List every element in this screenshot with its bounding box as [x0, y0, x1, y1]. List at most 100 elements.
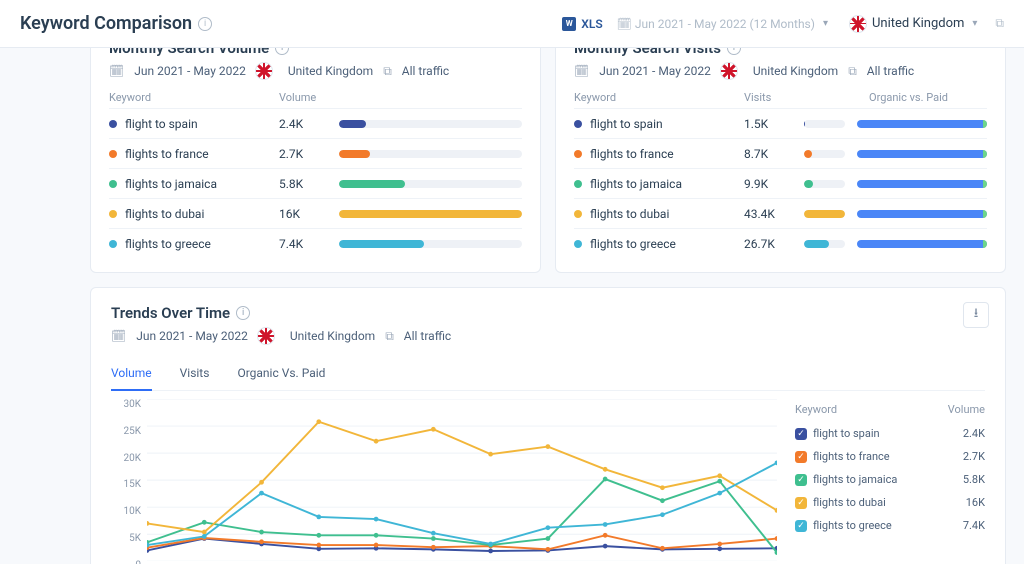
- compare-icon[interactable]: ⧉: [995, 16, 1004, 31]
- date-range-picker[interactable]: 🗓 Jun 2021 - May 2022 (12 Months) ▾: [617, 17, 828, 31]
- series-point[interactable]: [717, 491, 722, 496]
- tab-visits[interactable]: Visits: [180, 358, 210, 390]
- bar-fill: [804, 210, 845, 218]
- series-point[interactable]: [316, 419, 321, 424]
- series-dot: [109, 240, 117, 248]
- series-point[interactable]: [717, 479, 722, 484]
- series-point[interactable]: [202, 534, 207, 539]
- series-point[interactable]: [488, 452, 493, 457]
- series-point[interactable]: [316, 533, 321, 538]
- keyword-label: flights to dubai: [125, 207, 204, 221]
- series-point[interactable]: [603, 522, 608, 527]
- country-select[interactable]: United Kingdom ▾: [842, 12, 985, 36]
- series-point[interactable]: [660, 485, 665, 490]
- legend-item[interactable]: ✓flight to spain2.4K: [795, 422, 985, 445]
- series-point[interactable]: [546, 525, 551, 530]
- series-point[interactable]: [603, 533, 608, 538]
- series-point[interactable]: [259, 530, 264, 535]
- table-row[interactable]: flights to dubai43.4K: [574, 198, 987, 228]
- info-icon[interactable]: i: [198, 17, 212, 31]
- card-trends: Trends Over Time i ⭳ 🗓 Jun 2021 - May 20…: [90, 287, 1006, 564]
- info-icon[interactable]: i: [275, 48, 289, 55]
- series-dot: [574, 150, 582, 158]
- legend-item[interactable]: ✓flights to jamaica5.8K: [795, 468, 985, 491]
- table-row[interactable]: flights to greece26.7K: [574, 228, 987, 258]
- table-row[interactable]: flights to france8.7K: [574, 138, 987, 168]
- bar-track: [804, 210, 845, 218]
- tab-volume[interactable]: Volume: [111, 358, 152, 390]
- series-point[interactable]: [603, 544, 608, 549]
- series-point[interactable]: [374, 439, 379, 444]
- tab-organic-vs-paid[interactable]: Organic Vs. Paid: [237, 358, 325, 390]
- series-point[interactable]: [717, 473, 722, 478]
- legend-item[interactable]: ✓flights to dubai16K: [795, 491, 985, 514]
- series-dot: [109, 180, 117, 188]
- series-point[interactable]: [546, 536, 551, 541]
- series-point[interactable]: [316, 543, 321, 548]
- series-dot: [574, 120, 582, 128]
- table-row[interactable]: flight to spain2.4K: [109, 108, 522, 138]
- organic-paid-bar: [857, 210, 987, 218]
- info-icon[interactable]: i: [727, 48, 741, 55]
- keyword-label: flight to spain: [590, 117, 663, 131]
- series-point[interactable]: [259, 491, 264, 496]
- legend-value: 16K: [966, 496, 985, 509]
- series-point[interactable]: [603, 477, 608, 482]
- legend-label: flights to dubai: [813, 496, 886, 509]
- table-row[interactable]: flights to france2.7K: [109, 138, 522, 168]
- series-point[interactable]: [259, 480, 264, 485]
- series-point[interactable]: [147, 521, 149, 526]
- series-dot: [109, 210, 117, 218]
- series-point[interactable]: [488, 542, 493, 547]
- table-row[interactable]: flights to greece7.4K: [109, 228, 522, 258]
- table-row[interactable]: flight to spain1.5K: [574, 108, 987, 138]
- value-label: 5.8K: [279, 177, 339, 191]
- card-meta: 🗓 Jun 2021 - May 2022 United Kingdom ⧉ A…: [111, 328, 985, 344]
- bar-track: [804, 150, 845, 158]
- series-point[interactable]: [546, 547, 551, 552]
- bar-fill: [339, 120, 366, 128]
- bar-track: [339, 120, 522, 128]
- legend-item[interactable]: ✓flights to greece7.4K: [795, 514, 985, 537]
- value-label: 8.7K: [744, 147, 804, 161]
- series-point[interactable]: [202, 520, 207, 525]
- bar-track: [804, 180, 845, 188]
- series-point[interactable]: [660, 498, 665, 503]
- series-point[interactable]: [488, 549, 493, 554]
- series-point[interactable]: [431, 531, 436, 536]
- export-xls-button[interactable]: W XLS: [562, 17, 602, 31]
- value-label: 43.4K: [744, 207, 804, 221]
- bar-track: [339, 240, 522, 248]
- series-point[interactable]: [202, 530, 207, 535]
- series-point[interactable]: [374, 517, 379, 522]
- table-row[interactable]: flights to jamaica 5.8K: [109, 168, 522, 198]
- series-point[interactable]: [717, 542, 722, 547]
- trends-legend: Keyword Volume ✓flight to spain2.4K✓flig…: [795, 399, 985, 564]
- bar-fill: [339, 180, 405, 188]
- series-point[interactable]: [546, 444, 551, 449]
- legend-item[interactable]: ✓flights to france2.7K: [795, 445, 985, 468]
- series-point[interactable]: [775, 536, 777, 541]
- series-point[interactable]: [660, 512, 665, 517]
- keyword-label: flights to jamaica: [125, 177, 217, 191]
- series-point[interactable]: [374, 543, 379, 548]
- bar-fill: [804, 120, 805, 128]
- info-icon[interactable]: i: [236, 306, 250, 320]
- series-point[interactable]: [603, 467, 608, 472]
- download-button[interactable]: ⭳: [963, 302, 989, 328]
- series-point[interactable]: [431, 545, 436, 550]
- series-point[interactable]: [316, 515, 321, 520]
- calendar-icon: 🗓: [109, 64, 124, 78]
- series-point[interactable]: [431, 536, 436, 541]
- table-row[interactable]: flights to jamaica9.9K: [574, 168, 987, 198]
- series-point[interactable]: [660, 546, 665, 551]
- date-range-label: Jun 2021 - May 2022 (12 Months): [635, 17, 815, 31]
- table-row[interactable]: flights to dubai16K: [109, 198, 522, 228]
- value-label: 7.4K: [279, 237, 339, 251]
- checkbox-icon: ✓: [795, 474, 807, 486]
- series-point[interactable]: [717, 546, 722, 551]
- series-point[interactable]: [431, 427, 436, 432]
- traffic-icon: ⧉: [848, 64, 857, 79]
- series-point[interactable]: [374, 533, 379, 538]
- series-point[interactable]: [259, 539, 264, 544]
